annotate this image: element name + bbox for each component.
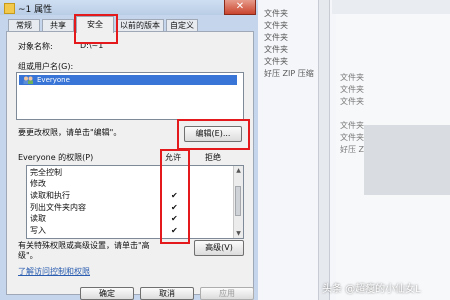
permission-row: 读取 ✔ [30,214,230,224]
tab-security[interactable]: 安全 [76,16,114,33]
bg-file-type: 文件夹 [340,73,364,82]
scroll-up-icon[interactable]: ▲ [234,166,243,175]
bg-file-type: 文件夹 [264,21,288,30]
special-permissions-text-cont: 级"。 [18,251,38,260]
background-explorer-window: 文件夹 文件夹 文件夹 文件夹 文件夹 好压 ZIP 压缩 文件夹 文件夹 文件… [258,0,450,300]
permissions-for-label: Everyone 的权限(P) [18,153,94,162]
cancel-button[interactable]: 取消 [140,287,194,300]
advanced-button[interactable]: 高级(V) [194,240,244,256]
special-permissions-text: 有关特殊权限或高级设置，请单击"高 [18,241,150,250]
bg-file-type: 文件夹 [264,57,288,66]
close-button[interactable]: ✕ [224,0,256,15]
groups-users-list[interactable]: Everyone [16,72,244,120]
background-file-type-column: 文件夹 文件夹 文件夹 文件夹 文件夹 好压 ZIP 压缩 [264,0,324,80]
ok-button[interactable]: 确定 [80,287,134,300]
groups-users-label: 组或用户名(G): [18,62,74,71]
scroll-down-icon[interactable]: ▼ [234,229,243,238]
bg-header-strip [332,0,450,14]
permission-row: 写入 ✔ [30,226,230,236]
change-permissions-text: 要更改权限，请单击"编辑"。 [18,128,122,137]
permission-row: 修改 [30,179,230,189]
bg-file-type: 文件夹 [264,33,288,42]
scroll-thumb[interactable] [235,186,241,216]
highlight-edit-button [177,119,250,150]
dialog-title: ~1 属性 [18,5,53,15]
bg-file-type: 文件夹 [264,45,288,54]
list-item-label: Everyone [37,76,70,84]
permission-row: 列出文件夹内容 ✔ [30,203,230,213]
deny-column-header: 拒绝 [205,153,221,162]
permission-row: 完全控制 [30,168,230,178]
background-scrollbar[interactable] [318,0,330,300]
permission-name: 读取和执行 [30,191,70,200]
bg-file-type: 好压 ZIP 压缩 [264,69,314,78]
users-group-icon [23,76,33,84]
background-panel [364,125,450,195]
folder-icon [4,3,15,14]
permission-name: 修改 [30,179,46,188]
properties-dialog: ~1 属性 ✕ 常规 共享 安全 以前的版本 自定义 对象名称: D:\~1 组… [0,0,258,300]
permission-name: 完全控制 [30,168,62,177]
access-control-help-link[interactable]: 了解访问控制和权限 [18,266,90,277]
title-bar[interactable]: ~1 属性 ✕ [0,0,258,15]
apply-button[interactable]: 应用 [200,287,254,300]
permission-row: 读取和执行 ✔ [30,191,230,201]
permissions-list[interactable]: 完全控制 修改 读取和执行 ✔ 列出文件夹内容 ✔ 读取 ✔ 写入 ✔ ▲ ▼ [26,165,244,239]
list-item-everyone[interactable]: Everyone [19,75,237,85]
bg-file-type: 文件夹 [340,97,364,106]
object-name-label: 对象名称: [18,42,53,51]
watermark-text: 头条 @超瘦的小仙女L [322,284,421,295]
bg-file-type: 文件夹 [340,85,364,94]
permission-name: 读取 [30,214,46,223]
permissions-scrollbar[interactable]: ▲ ▼ [233,166,243,238]
permission-name: 写入 [30,226,46,235]
highlight-allow-column [160,149,190,244]
bg-file-type: 文件夹 [264,9,288,18]
permission-name: 列出文件夹内容 [30,203,86,212]
